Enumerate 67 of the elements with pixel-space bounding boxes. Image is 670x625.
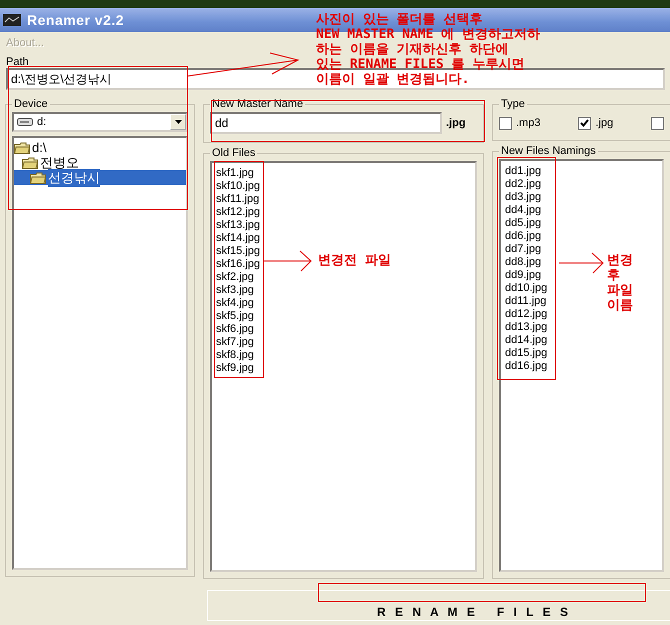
- folder-icon: [14, 142, 30, 154]
- annotation-text: 변경: [607, 253, 633, 268]
- annotation-text: 하는 이름을 기재하신후 하단에: [316, 42, 508, 57]
- annotation-text: 파일: [607, 283, 633, 298]
- rename-files-button[interactable]: R E N A M E F I L E S: [207, 590, 670, 621]
- annotation-text: 변경전 파일: [318, 253, 391, 268]
- folder-item[interactable]: 전병오: [14, 155, 186, 170]
- folder-tree[interactable]: d:\ 전병오 선경낚시: [12, 136, 188, 570]
- file-name[interactable]: dd7.jpg: [505, 243, 542, 256]
- file-name[interactable]: skf4.jpg: [216, 297, 254, 310]
- folder-item[interactable]: d:\: [14, 140, 186, 155]
- file-name[interactable]: skf7.jpg: [216, 336, 254, 349]
- new-files-label: New Files Namings: [500, 145, 597, 157]
- drive-dropdown[interactable]: d:: [12, 112, 188, 132]
- window-title: Renamer v2.2: [27, 12, 124, 28]
- type-label: Type: [500, 98, 526, 110]
- file-name[interactable]: dd6.jpg: [505, 230, 542, 243]
- annotation-arrow: [558, 252, 604, 274]
- file-name[interactable]: dd10.jpg: [505, 282, 548, 295]
- annotation-text: 이름이 일괄 변경됩니다.: [316, 72, 470, 87]
- master-name-field[interactable]: dd: [210, 112, 442, 134]
- folder-item[interactable]: 선경낚시: [14, 170, 186, 185]
- type-option-label: .mp3: [516, 117, 540, 129]
- file-name[interactable]: skf3.jpg: [216, 284, 254, 297]
- file-name[interactable]: dd1.jpg: [505, 165, 542, 178]
- checkbox[interactable]: [651, 116, 664, 130]
- dropdown-arrow-icon: [174, 120, 182, 124]
- file-name[interactable]: dd4.jpg: [505, 204, 542, 217]
- file-name[interactable]: skf9.jpg: [216, 362, 254, 375]
- annotation-text: 사진이 있는 폴더를 선택후: [316, 12, 482, 27]
- file-name[interactable]: skf8.jpg: [216, 349, 254, 362]
- file-name[interactable]: dd8.jpg: [505, 256, 542, 269]
- type-option-label: .jpg: [595, 117, 614, 129]
- file-name[interactable]: skf6.jpg: [216, 323, 254, 336]
- file-name[interactable]: skf13.jpg: [216, 219, 260, 232]
- folder-icon: [22, 156, 38, 168]
- file-name[interactable]: dd11.jpg: [505, 295, 546, 308]
- file-name[interactable]: dd2.jpg: [505, 178, 542, 191]
- file-name[interactable]: skf16.jpg: [216, 258, 260, 271]
- drive-icon: [17, 117, 33, 127]
- file-name[interactable]: skf2.jpg: [216, 271, 254, 284]
- file-name[interactable]: skf5.jpg: [216, 310, 254, 323]
- file-name[interactable]: skf1.jpg: [216, 167, 254, 180]
- device-label: Device: [13, 98, 49, 110]
- app-icon: [3, 14, 21, 26]
- file-name[interactable]: dd3.jpg: [505, 191, 542, 204]
- file-name[interactable]: skf11.jpg: [216, 193, 260, 206]
- checkbox[interactable]: [578, 116, 592, 130]
- annotation-arrow: [264, 250, 312, 272]
- file-name[interactable]: dd15.jpg: [505, 347, 548, 360]
- checkbox[interactable]: [499, 116, 512, 130]
- file-name[interactable]: skf12.jpg: [216, 206, 260, 219]
- annotation-text: 후: [607, 268, 620, 283]
- file-name[interactable]: dd12.jpg: [505, 308, 548, 321]
- file-name[interactable]: dd16.jpg: [505, 360, 548, 373]
- extension-label: .jpg: [446, 117, 466, 129]
- folder-icon: [30, 172, 46, 184]
- file-name[interactable]: skf10.jpg: [216, 180, 260, 193]
- annotation-text: 이름: [607, 298, 633, 313]
- file-name[interactable]: dd14.jpg: [505, 334, 548, 347]
- file-name[interactable]: dd5.jpg: [505, 217, 542, 230]
- file-name[interactable]: dd9.jpg: [505, 269, 542, 282]
- file-name[interactable]: skf14.jpg: [216, 232, 260, 245]
- file-name[interactable]: dd13.jpg: [505, 321, 548, 334]
- old-files-label: Old Files: [211, 147, 256, 159]
- file-name[interactable]: skf15.jpg: [216, 245, 260, 258]
- path-label: Path: [6, 56, 29, 68]
